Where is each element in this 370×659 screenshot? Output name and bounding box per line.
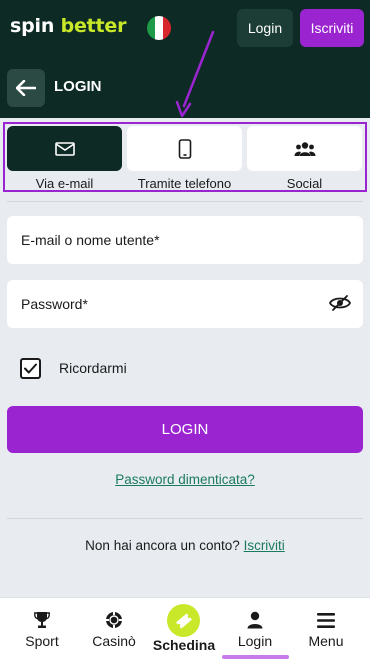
ticket-icon bbox=[175, 612, 192, 629]
trophy-icon bbox=[34, 612, 50, 628]
nav-schedina[interactable] bbox=[167, 604, 200, 637]
tab-email[interactable] bbox=[7, 126, 122, 171]
nav-login-label: Login bbox=[237, 633, 273, 649]
nav-sport[interactable]: Sport bbox=[18, 598, 66, 659]
email-field[interactable]: E-mail o nome utente* bbox=[7, 216, 363, 264]
no-account-label: Non hai ancora un conto? bbox=[85, 538, 240, 553]
login-submit-button[interactable]: LOGIN bbox=[7, 406, 363, 453]
password-placeholder: Password* bbox=[21, 296, 88, 312]
password-field[interactable]: Password* bbox=[7, 280, 363, 328]
phone-icon bbox=[178, 138, 191, 159]
annotation-arrow-icon bbox=[175, 30, 215, 118]
tab-social[interactable] bbox=[247, 126, 362, 171]
tab-phone[interactable] bbox=[127, 126, 242, 171]
nav-menu-label: Menu bbox=[308, 633, 344, 649]
users-icon bbox=[294, 141, 315, 156]
checkmark-icon bbox=[24, 363, 37, 374]
divider bbox=[7, 201, 363, 202]
remember-label: Ricordarmi bbox=[59, 360, 127, 376]
nav-login[interactable]: Login bbox=[225, 598, 285, 659]
active-nav-indicator bbox=[222, 655, 289, 659]
remember-checkbox[interactable] bbox=[20, 358, 41, 379]
eye-off-icon[interactable] bbox=[329, 294, 351, 312]
nav-casino-label: Casinò bbox=[92, 633, 136, 649]
tab-phone-label: Tramite telefono bbox=[137, 176, 232, 191]
user-icon bbox=[247, 611, 263, 629]
nav-schedina-label: Schedina bbox=[152, 637, 216, 653]
tab-social-label: Social bbox=[286, 176, 323, 191]
email-placeholder: E-mail o nome utente* bbox=[21, 232, 160, 248]
casino-chip-icon bbox=[106, 612, 122, 628]
divider bbox=[7, 518, 363, 519]
register-link[interactable]: Iscriviti bbox=[244, 538, 285, 553]
tab-email-label: Via e-mail bbox=[35, 176, 94, 191]
envelope-icon bbox=[54, 141, 75, 156]
forgot-password-link[interactable]: Password dimenticata? bbox=[0, 472, 370, 487]
no-account-text: Non hai ancora un conto? Iscriviti bbox=[0, 538, 370, 553]
nav-casino[interactable]: Casinò bbox=[85, 598, 143, 659]
hamburger-menu-icon bbox=[317, 612, 335, 628]
nav-sport-label: Sport bbox=[25, 633, 59, 649]
nav-menu[interactable]: Menu bbox=[300, 598, 352, 659]
